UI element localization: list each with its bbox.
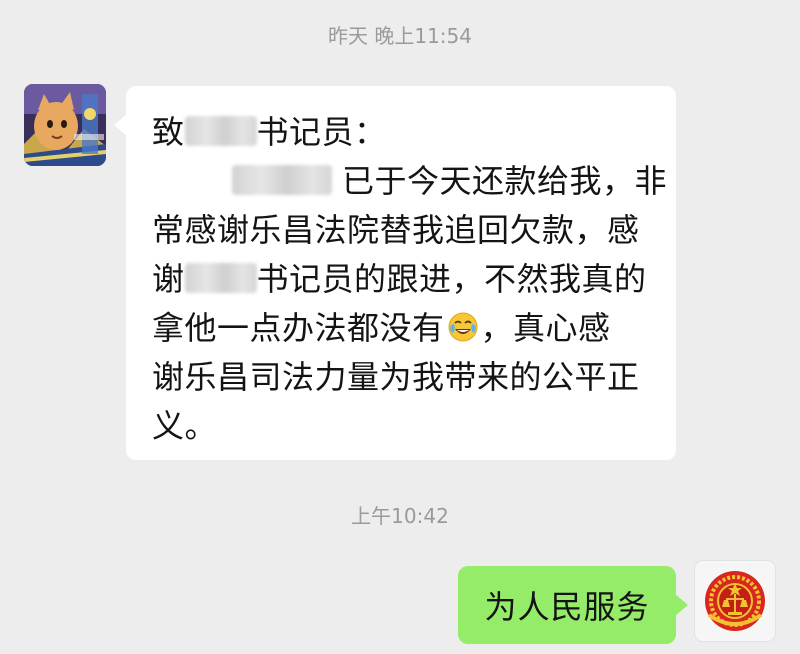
message-text: 已于今天还款给我，非 [342,162,668,200]
message-text: 拿他一点办法都没有 [152,309,445,347]
message-text: 致 [152,113,185,151]
reply-text: 为人民服务 [484,588,650,626]
anime-cat-avatar-icon [24,84,106,166]
message-text: ，真心感 [480,309,611,347]
redacted-name [184,116,257,146]
redacted-name [184,263,257,293]
timestamp-yesterday: 昨天 晚上11:54 [328,24,472,48]
message-text: 书记员： [256,113,387,151]
court-emblem-icon [705,571,765,631]
message-line: 谢乐昌司法力量为我带来的公平正 [152,358,640,396]
crying-laughing-emoji-icon [448,312,478,342]
message-text: 书记员的跟进，不然我真的 [256,260,647,298]
message-line: 已于今天还款给我，非 [152,157,667,206]
sender-avatar[interactable] [24,84,106,166]
incoming-message-bubble[interactable]: 致 书记员： 已于今天还款给我，非 常感谢乐昌法院替我追回欠款，感 谢 书记员的跟进… [114,86,676,460]
timestamp-today: 上午10:42 [351,504,449,528]
message-line: 义。 [152,407,218,445]
message-line: 常感谢乐昌法院替我追回欠款，感 [152,211,640,249]
message-text: 谢 [152,260,185,298]
message-line: 拿他一点办法都没有 ，真心感 [152,304,656,353]
outgoing-message-bubble[interactable]: 为人民服务 [458,566,688,644]
message-line: 致 书记员： [152,108,656,157]
receiver-avatar[interactable] [694,560,776,642]
message-line: 谢 书记员的跟进，不然我真的 [152,255,656,304]
redacted-name [232,165,332,195]
